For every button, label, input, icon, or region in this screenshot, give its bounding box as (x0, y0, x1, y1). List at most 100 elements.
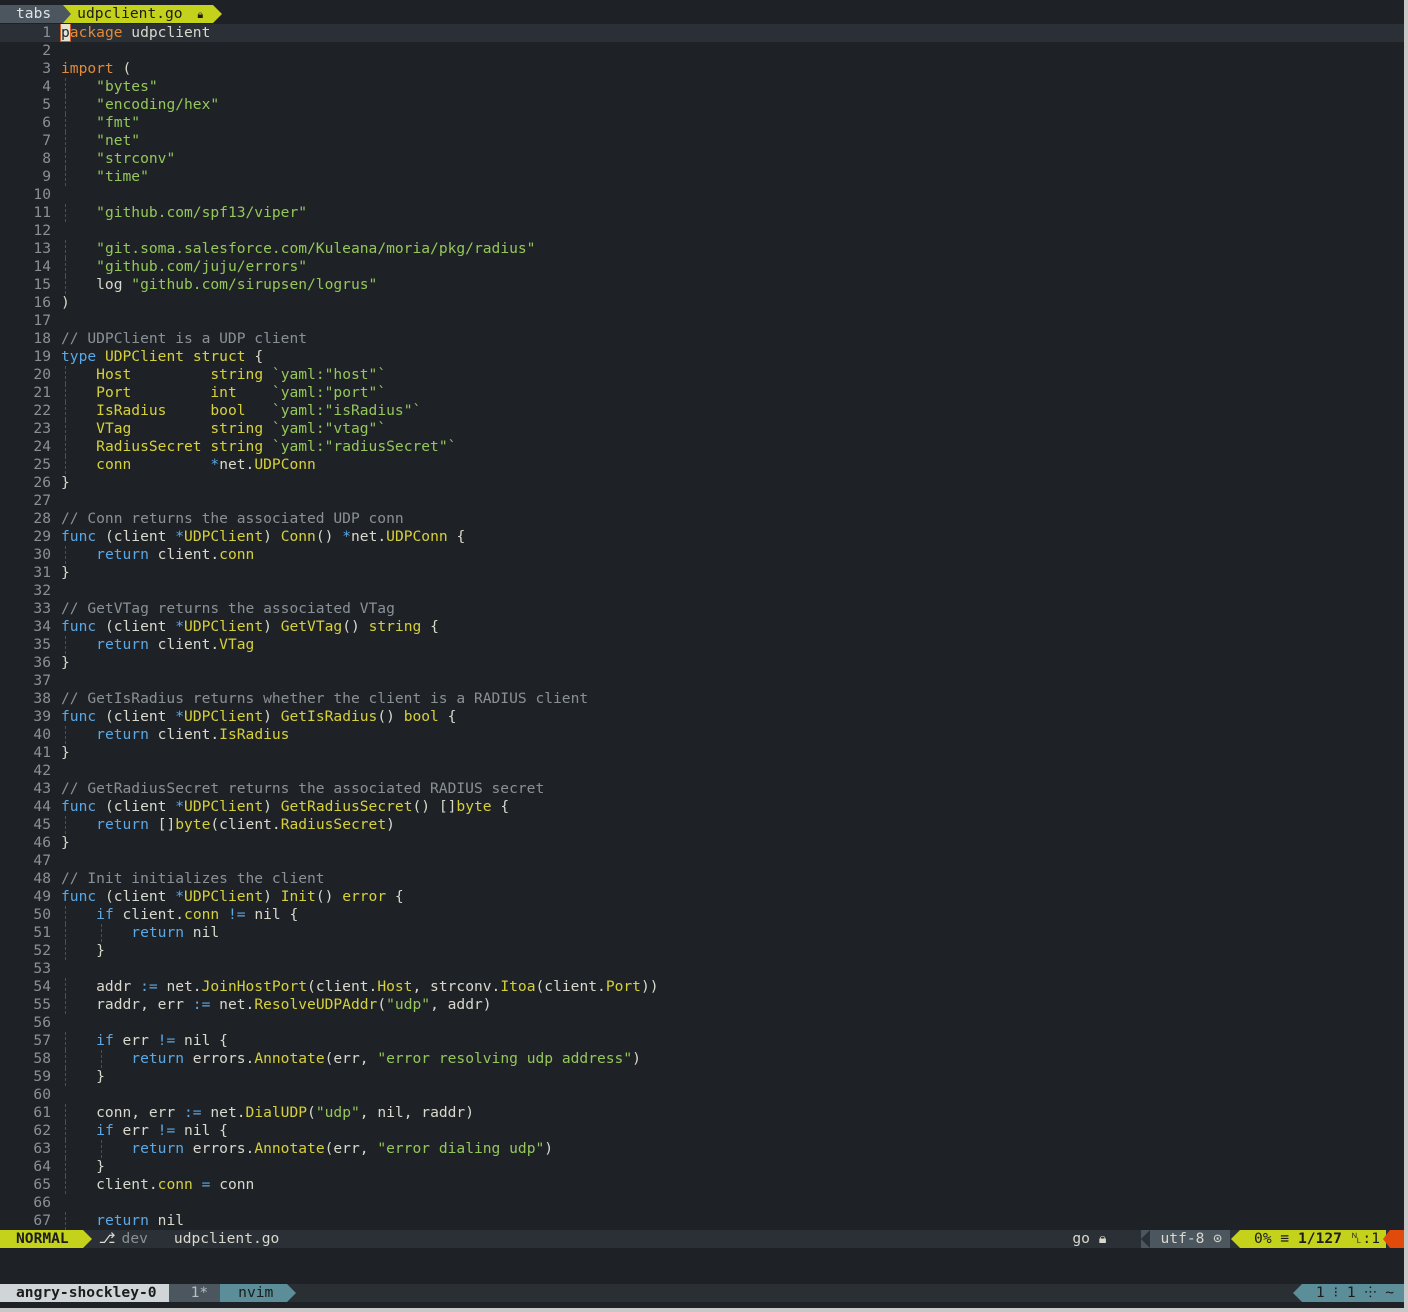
code-line[interactable]: 21 Port int `yaml:"port"` (0, 384, 1404, 402)
token: raddr, err (61, 996, 193, 1013)
code-line[interactable]: 38 // GetIsRadius returns whether the cli… (0, 690, 1404, 708)
code-line[interactable]: 33 // GetVTag returns the associated VTag (0, 600, 1404, 618)
code-line[interactable]: 11 "github.com/spf13/viper" (0, 204, 1404, 222)
code-line[interactable]: 67 return nil (0, 1212, 1404, 1230)
code-line[interactable]: 62 if err != nil { (0, 1122, 1404, 1140)
line-number: 47 (33, 852, 51, 869)
code-line[interactable]: 14 "github.com/juju/errors" (0, 258, 1404, 276)
code-line[interactable]: 50 if client.conn != nil { (0, 906, 1404, 924)
filetype: go 🔒︎ (1072, 1230, 1107, 1247)
code-line[interactable]: 36} (0, 654, 1404, 672)
code-text: import ( (61, 60, 1404, 78)
code-line[interactable]: 61 conn, err := net.DialUDP("udp", nil, … (0, 1104, 1404, 1122)
code-line[interactable]: 13 "git.soma.salesforce.com/Kuleana/mori… (0, 240, 1404, 258)
code-line[interactable]: 9 "time" (0, 168, 1404, 186)
code-line[interactable]: 2 (0, 42, 1404, 60)
token: ResolveUDPAddr (254, 996, 378, 1013)
token: `yaml:"host"` (271, 366, 387, 383)
code-line[interactable]: 7 "net" (0, 132, 1404, 150)
code-line[interactable]: 53 (0, 960, 1404, 978)
code-line[interactable]: 4 "bytes" (0, 78, 1404, 96)
code-line[interactable]: 5 "encoding/hex" (0, 96, 1404, 114)
code-line[interactable]: 24 RadiusSecret string `yaml:"radiusSecr… (0, 438, 1404, 456)
code-line[interactable]: 65 client.conn = conn (0, 1176, 1404, 1194)
token: { (421, 618, 439, 635)
indent-guide (65, 1158, 66, 1176)
token: JoinHostPort (201, 978, 308, 995)
code-line[interactable]: 57 if err != nil { (0, 1032, 1404, 1050)
code-line[interactable]: 51 return nil (0, 924, 1404, 942)
code-line[interactable]: 54 addr := net.JoinHostPort(client.Host,… (0, 978, 1404, 996)
code-line[interactable]: 6 "fmt" (0, 114, 1404, 132)
code-line[interactable]: 58 return errors.Annotate(err, "error re… (0, 1050, 1404, 1068)
token: Host (377, 978, 413, 995)
code-line[interactable]: 23 VTag string `yaml:"vtag"` (0, 420, 1404, 438)
code-line[interactable]: 25 conn *net.UDPConn (0, 456, 1404, 474)
code-line[interactable]: 41} (0, 744, 1404, 762)
indent-guide (65, 204, 66, 222)
code-line[interactable]: 32 (0, 582, 1404, 600)
code-line[interactable]: 12 (0, 222, 1404, 240)
code-line[interactable]: 15 log "github.com/sirupsen/logrus" (0, 276, 1404, 294)
indent-guide (65, 726, 66, 744)
code-line[interactable]: 42 (0, 762, 1404, 780)
code-line[interactable]: 64 } (0, 1158, 1404, 1176)
code-line[interactable]: 1 package udpclient (0, 24, 1404, 42)
code-line[interactable]: 19 type UDPClient struct { (0, 348, 1404, 366)
code-line[interactable]: 63 return errors.Annotate(err, "error di… (0, 1140, 1404, 1158)
code-line[interactable]: 49 func (client *UDPClient) Init() error … (0, 888, 1404, 906)
code-line[interactable]: 8 "strconv" (0, 150, 1404, 168)
token: } (61, 654, 70, 671)
tmux-window-name[interactable]: nvim (220, 1284, 297, 1302)
code-line[interactable]: 59 } (0, 1068, 1404, 1086)
code-line[interactable]: 44 func (client *UDPClient) GetRadiusSecr… (0, 798, 1404, 816)
code-line[interactable]: 17 (0, 312, 1404, 330)
code-line[interactable]: 34 func (client *UDPClient) GetVTag() str… (0, 618, 1404, 636)
token: (client. (535, 978, 606, 995)
tmux-window-index[interactable]: 1* (168, 1284, 221, 1302)
tmux-session: angry-shockley-0 (0, 1284, 178, 1302)
code-line[interactable]: 26} (0, 474, 1404, 492)
token: import (61, 60, 114, 77)
token: RadiusSecret (280, 816, 387, 833)
code-line[interactable]: 47 (0, 852, 1404, 870)
code-line[interactable]: 29 func (client *UDPClient) Conn() *net.U… (0, 528, 1404, 546)
code-text: } (61, 474, 1404, 492)
code-line[interactable]: 60 (0, 1086, 1404, 1104)
code-line[interactable]: 35 return client.VTag (0, 636, 1404, 654)
token: ) (263, 798, 281, 815)
code-line[interactable]: 66 (0, 1194, 1404, 1212)
indent-guide (65, 402, 66, 420)
command-line[interactable] (0, 1248, 1404, 1284)
code-text: func (client *UDPClient) GetIsRadius() b… (61, 708, 1404, 726)
code-line[interactable]: 22 IsRadius bool `yaml:"isRadius"` (0, 402, 1404, 420)
code-line[interactable]: 43 // GetRadiusSecret returns the associa… (0, 780, 1404, 798)
code-line[interactable]: 18 // UDPClient is a UDP client (0, 330, 1404, 348)
code-line[interactable]: 46} (0, 834, 1404, 852)
code-line[interactable]: 16) (0, 294, 1404, 312)
code-editor[interactable]: 1 package udpclient 2 3 import (4 "bytes" 5 "… (0, 24, 1404, 1230)
code-line[interactable]: 55 raddr, err := net.ResolveUDPAddr("udp… (0, 996, 1404, 1014)
code-line[interactable]: 40 return client.IsRadius (0, 726, 1404, 744)
code-line[interactable]: 31} (0, 564, 1404, 582)
code-line[interactable]: 52 } (0, 942, 1404, 960)
tab-udpclient[interactable]: udpclient.go 🔒︎ (63, 5, 223, 23)
code-line[interactable]: 37 (0, 672, 1404, 690)
token: errors. (184, 1050, 255, 1067)
code-line[interactable]: 30 return client.conn (0, 546, 1404, 564)
code-line[interactable]: 28 // Conn returns the associated UDP con… (0, 510, 1404, 528)
code-line[interactable]: 45 return []byte(client.RadiusSecret) (0, 816, 1404, 834)
code-line[interactable]: 10 (0, 186, 1404, 204)
token: * (175, 528, 185, 545)
code-line[interactable]: 48 // Init initializes the client (0, 870, 1404, 888)
code-line[interactable]: 39 func (client *UDPClient) GetIsRadius()… (0, 708, 1404, 726)
code-text: "bytes" (61, 78, 1404, 96)
line-number: 43 (33, 780, 51, 797)
code-line[interactable]: 27 (0, 492, 1404, 510)
code-line[interactable]: 3 import ( (0, 60, 1404, 78)
code-line[interactable]: 56 (0, 1014, 1404, 1032)
code-line[interactable]: 20 Host string `yaml:"host"` (0, 366, 1404, 384)
